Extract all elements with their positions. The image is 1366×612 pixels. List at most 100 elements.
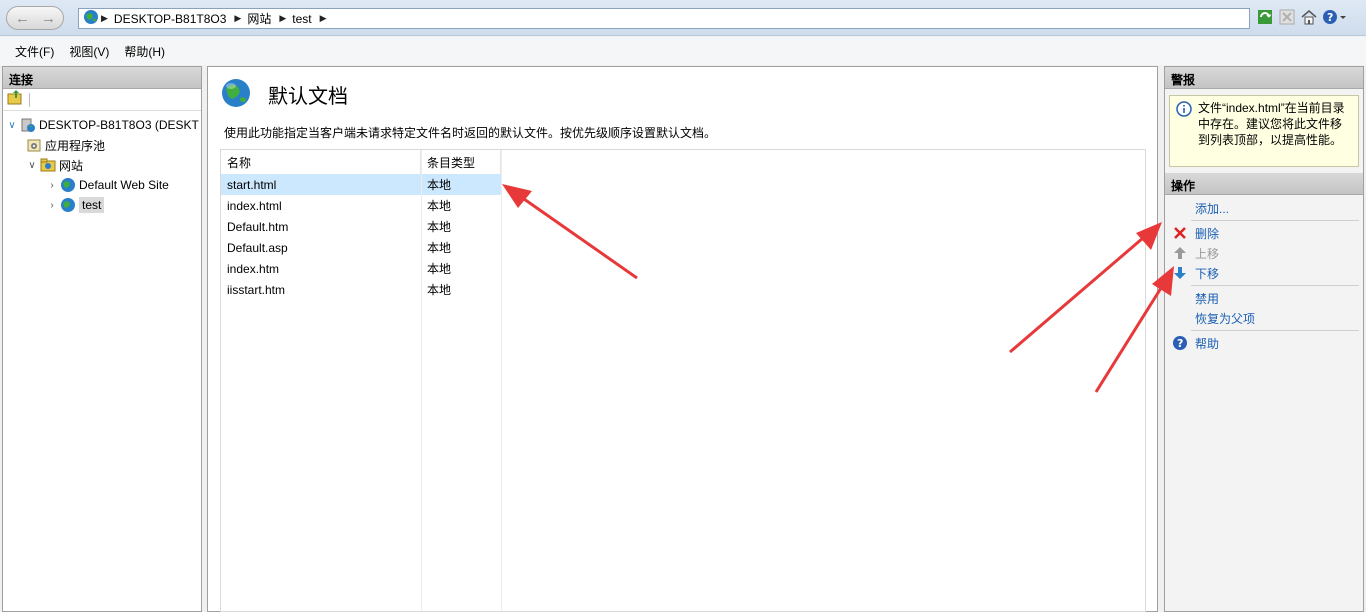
divider <box>1191 220 1359 221</box>
tree-item-test[interactable]: › test <box>45 195 105 215</box>
column-divider <box>501 150 502 611</box>
right-panel: 警报 文件“index.html”在当前目录中存在。建议您将此文件移到列表顶部，… <box>1164 66 1364 612</box>
table-row[interactable]: Default.asp 本地 <box>221 237 1145 258</box>
chevron-right-icon[interactable]: › <box>45 200 59 211</box>
chevron-right-icon[interactable]: › <box>45 180 59 191</box>
blank-icon <box>1171 289 1189 307</box>
tree-item-server[interactable]: ∨ DESKTOP-B81T8O3 (DESKT <box>5 115 199 135</box>
blank-icon <box>1171 309 1189 327</box>
help-icon: ? <box>1171 334 1189 352</box>
delete-icon <box>1171 224 1189 242</box>
tree-item-label: Default Web Site <box>79 178 169 192</box>
chevron-down-icon[interactable]: ∨ <box>5 120 19 131</box>
globe-icon <box>220 77 252 112</box>
action-disable[interactable]: 禁用 <box>1165 288 1363 308</box>
row-type: 本地 <box>427 241 452 255</box>
action-help-label: 帮助 <box>1195 336 1220 351</box>
chevron-right-icon: ▶ <box>101 13 108 23</box>
column-divider <box>421 150 422 611</box>
menu-file[interactable]: 文件(F) <box>15 43 54 60</box>
action-revert-label: 恢复为父项 <box>1195 311 1256 326</box>
alerts-title: 警报 <box>1165 67 1363 89</box>
forward-arrow-icon[interactable]: → <box>41 10 56 27</box>
chevron-right-icon: ▶ <box>279 13 287 23</box>
address-toolbar: ← → ▶ DESKTOP-B81T8O3 ▶ 网站 ▶ test ▶ ? <box>0 0 1366 36</box>
column-header-type[interactable]: 条目类型 <box>421 150 501 174</box>
action-add-label: 添加... <box>1195 201 1230 216</box>
row-name: start.html <box>221 174 421 195</box>
action-disable-label: 禁用 <box>1195 291 1220 306</box>
page-description: 使用此功能指定当客户端未请求特定文件名时返回的默认文件。按优先级顺序设置默认文档… <box>224 126 717 140</box>
tree-item-default-web-site[interactable]: › Default Web Site <box>45 175 169 195</box>
home-icon[interactable] <box>1300 8 1318 26</box>
info-icon <box>1176 101 1192 121</box>
action-move-down[interactable]: 下移 <box>1165 263 1363 283</box>
address-bar[interactable]: ▶ DESKTOP-B81T8O3 ▶ 网站 ▶ test ▶ <box>78 8 1250 29</box>
menu-bar: 文件(F) 视图(V) 帮助(H) <box>0 37 1366 65</box>
alert-text: 文件“index.html”在当前目录中存在。建议您将此文件移到列表顶部，以提高… <box>1198 101 1345 147</box>
actions-list: 添加... 删除 上移 下移 禁用 恢复为父项 ? 帮助 <box>1165 195 1363 353</box>
action-move-up-label: 上移 <box>1195 246 1220 261</box>
globe-icon <box>59 197 76 214</box>
refresh-icon[interactable] <box>1256 8 1274 26</box>
row-type: 本地 <box>427 220 452 234</box>
row-type: 本地 <box>427 262 452 276</box>
row-name: index.htm <box>227 261 280 276</box>
main-panel: 默认文档 使用此功能指定当客户端未请求特定文件名时返回的默认文件。按优先级顺序设… <box>207 66 1158 612</box>
back-arrow-icon[interactable]: ← <box>15 10 30 27</box>
back-forward-buttons[interactable]: ← → <box>6 6 64 30</box>
row-name: Default.asp <box>227 240 288 255</box>
server-icon <box>19 117 36 134</box>
svg-text:?: ? <box>1177 337 1183 350</box>
new-connection-icon[interactable] <box>7 90 23 109</box>
alert-message-box: 文件“index.html”在当前目录中存在。建议您将此文件移到列表顶部，以提高… <box>1169 95 1359 167</box>
menu-help[interactable]: 帮助(H) <box>124 43 165 60</box>
action-add[interactable]: 添加... <box>1165 198 1363 218</box>
action-remove[interactable]: 删除 <box>1165 223 1363 243</box>
row-type: 本地 <box>427 199 452 213</box>
tree-item-label: 网站 <box>59 158 84 173</box>
connections-title: 连接 <box>3 67 201 89</box>
action-remove-label: 删除 <box>1195 226 1220 241</box>
stop-icon[interactable] <box>1278 8 1296 26</box>
chevron-right-icon: ▶ <box>234 13 242 23</box>
page-header: 默认文档 <box>220 77 348 112</box>
column-header-name[interactable]: 名称 <box>221 150 421 174</box>
row-name: Default.htm <box>227 219 289 234</box>
connections-toolbar <box>3 89 201 111</box>
table-row[interactable]: Default.htm 本地 <box>221 216 1145 237</box>
toolbar-divider <box>29 92 30 107</box>
action-move-up[interactable]: 上移 <box>1165 243 1363 263</box>
divider <box>1191 330 1359 331</box>
row-type: 本地 <box>421 174 501 195</box>
breadcrumb-server[interactable]: DESKTOP-B81T8O3 <box>114 12 227 26</box>
breadcrumb-sites[interactable]: 网站 <box>247 10 271 27</box>
list-header: 名称 条目类型 <box>221 150 1145 174</box>
action-help[interactable]: ? 帮助 <box>1165 333 1363 353</box>
tree-item-label: 应用程序池 <box>45 138 106 153</box>
chevron-right-icon: ▶ <box>319 13 327 23</box>
connections-panel: 连接 ∨ DESKTOP-B81T8O3 (DESKT 应用程序池 ∨ 网站 ›… <box>2 66 202 612</box>
action-revert[interactable]: 恢复为父项 <box>1165 308 1363 328</box>
arrow-up-icon <box>1171 244 1189 262</box>
table-row[interactable]: index.html 本地 <box>221 195 1145 216</box>
app-pool-icon <box>25 137 42 154</box>
tree-item-label: test <box>79 197 105 213</box>
arrow-down-icon <box>1171 264 1189 282</box>
breadcrumb-test[interactable]: test <box>292 12 311 26</box>
menu-view[interactable]: 视图(V) <box>69 43 109 60</box>
tree-item-app-pools[interactable]: 应用程序池 <box>25 135 105 155</box>
globe-icon <box>59 177 76 194</box>
row-type: 本地 <box>427 283 452 297</box>
tree-item-label: DESKTOP-B81T8O3 (DESKT <box>39 118 199 132</box>
row-name: iisstart.htm <box>227 282 286 297</box>
table-row[interactable]: start.html 本地 <box>221 174 1145 195</box>
table-row[interactable]: index.htm 本地 <box>221 258 1145 279</box>
chevron-down-icon[interactable]: ∨ <box>25 160 39 171</box>
tree-item-sites[interactable]: ∨ 网站 <box>25 155 83 175</box>
page-title: 默认文档 <box>268 84 348 108</box>
sites-folder-icon <box>39 157 56 174</box>
help-icon[interactable]: ? <box>1322 8 1348 26</box>
blank-icon <box>1171 199 1189 217</box>
table-row[interactable]: iisstart.htm 本地 <box>221 279 1145 300</box>
